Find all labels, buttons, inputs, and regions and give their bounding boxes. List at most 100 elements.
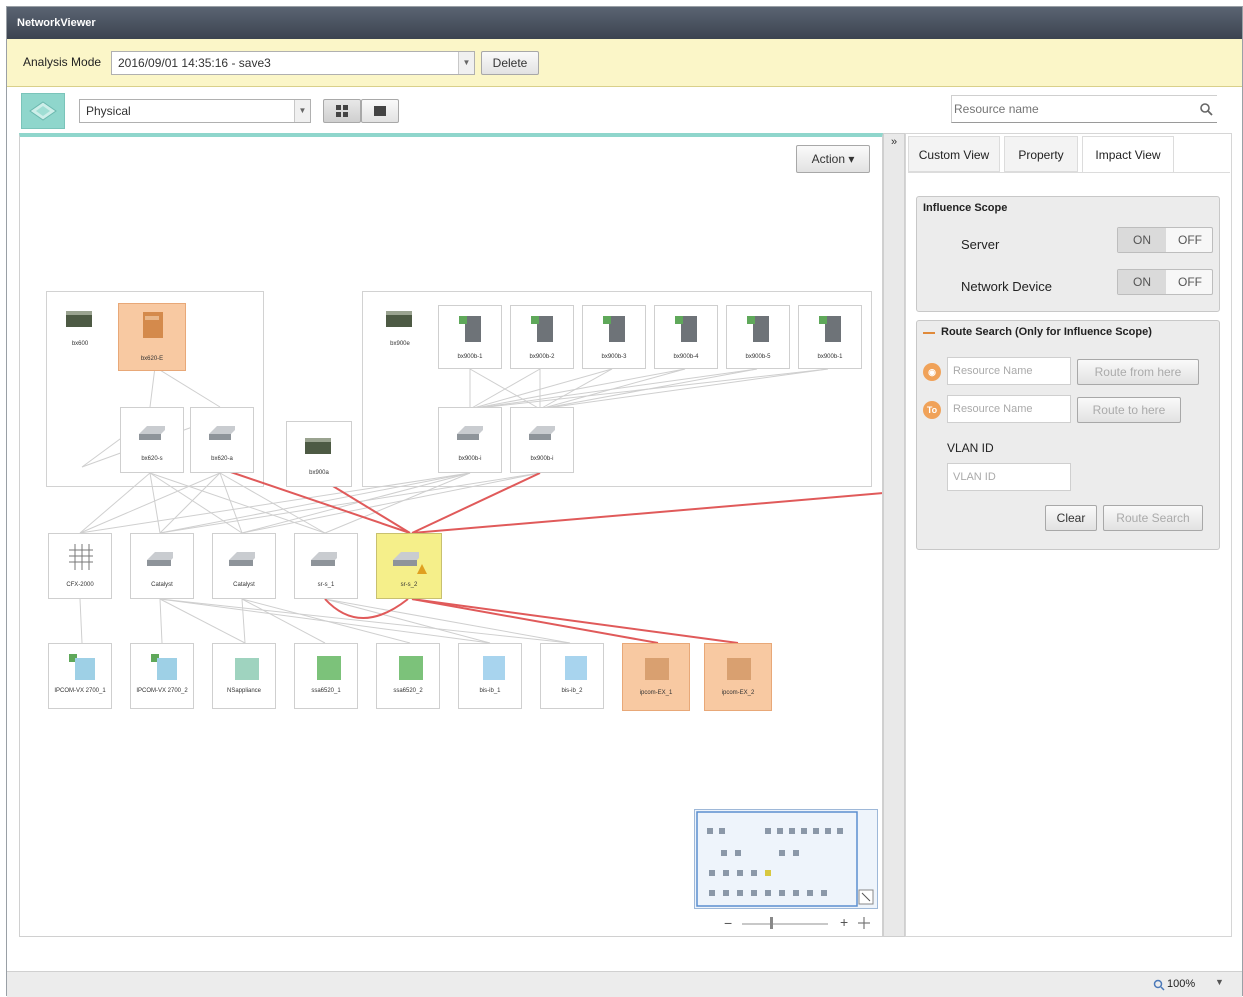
server-toggle[interactable]: ON OFF [1117,227,1213,253]
appliance-node[interactable]: bis-ib_1 [458,643,522,709]
network-logo-icon [21,93,65,129]
route-to-input[interactable]: Resource Name [947,395,1071,423]
view-type-value: Physical [86,104,131,118]
appliance-node-alert[interactable]: ipcom-EX_2 [704,643,772,711]
chassis-node[interactable]: bx900a [286,421,352,487]
switch-node[interactable]: sr-s_1 [294,533,358,599]
appliance-node[interactable]: IPCOM-VX 2700_1 [48,643,112,709]
topology-canvas[interactable]: Action ▾ bx600 bx620-E bx620-s bx620-a b… [19,133,883,937]
switch-node[interactable]: bx620-s [120,407,184,473]
firewall-icon [69,654,95,680]
node-label: bx900b-i [458,456,482,462]
node-label: sr-s_1 [317,582,335,588]
influence-scope-title: Influence Scope [923,202,1008,214]
zoom-in-button[interactable]: + [840,914,848,930]
switch-node-selected[interactable]: sr-s_2 [376,533,442,599]
node-label: bis-ib_1 [479,688,501,694]
chassis-node[interactable]: bx900e [372,301,428,355]
firewall-icon [317,656,341,680]
list-view-button[interactable] [361,99,399,123]
node-label: bx900b-i [530,456,554,462]
fit-view-icon[interactable] [858,917,870,929]
from-pin-icon: ◉ [923,363,941,381]
appliance-node[interactable]: ssa6520_2 [376,643,440,709]
switch-icon [529,426,555,440]
route-search-button[interactable]: Route Search [1103,505,1203,531]
overview-minimap[interactable] [694,809,878,909]
switch-node[interactable]: Catalyst [130,533,194,599]
appliance-node[interactable]: NSappliance [212,643,276,709]
network-on-option[interactable]: ON [1118,270,1166,294]
blade-server-icon [459,316,481,342]
node-label: bx620-s [141,456,163,462]
switch-node[interactable]: bx620-a [190,407,254,473]
blade-server-icon [747,316,769,342]
route-to-here-button[interactable]: Route to here [1077,397,1181,423]
delete-button[interactable]: Delete [481,51,539,75]
zoom-slider-track[interactable] [742,923,828,925]
blade-node[interactable]: bx900b-1 [438,305,502,369]
route-from-input[interactable]: Resource Name [947,357,1071,385]
blade-node[interactable]: bx900b-3 [582,305,646,369]
chevron-down-icon[interactable]: ▼ [294,100,310,122]
node-label: sr-s_2 [400,582,418,588]
blade-node[interactable]: bx900b-5 [726,305,790,369]
to-pin-icon: To [923,401,941,419]
node-label: ipcom-EX_1 [639,690,673,696]
zoom-level[interactable]: 100% [1167,978,1195,990]
node-label: bx900b-1 [457,354,483,360]
appliance-node-alert[interactable]: ipcom-EX_1 [622,643,690,711]
zoom-out-button[interactable]: − [724,915,732,931]
server-on-option[interactable]: ON [1118,228,1166,252]
node-label: bx900b-3 [601,354,627,360]
view-type-select[interactable]: Physical ▼ [79,99,311,123]
zoom-slider-handle[interactable] [770,917,773,929]
blade-node[interactable]: bx900b-4 [654,305,718,369]
chevron-down-icon[interactable]: ▼ [1215,977,1224,987]
switch-node[interactable]: bx900b-i [438,407,502,473]
appliance-node[interactable]: IPCOM-VX 2700_2 [130,643,194,709]
analysis-mode-bar: Analysis Mode 2016/09/01 14:35:16 - save… [7,39,1242,87]
switch-node[interactable]: bx900b-i [510,407,574,473]
network-off-option[interactable]: OFF [1166,270,1214,294]
fabric-switch-node[interactable]: CFX-2000 [48,533,112,599]
grid-view-icon [336,105,348,117]
switch-icon [311,552,337,566]
blade-server-icon [675,316,697,342]
firewall-icon [151,654,177,680]
blade-node[interactable]: bx900b-2 [510,305,574,369]
node-label: bx620-a [211,456,233,462]
collapse-panel-button[interactable]: » [883,133,905,937]
resource-search-input[interactable] [954,98,1194,120]
switch-node[interactable]: Catalyst [212,533,276,599]
vlan-id-input[interactable]: VLAN ID [947,463,1071,491]
clear-button[interactable]: Clear [1045,505,1097,531]
network-device-toggle[interactable]: ON OFF [1117,269,1213,295]
search-icon[interactable] [1199,102,1213,116]
server-off-option[interactable]: OFF [1166,228,1214,252]
node-label: IPCOM-VX 2700_1 [54,688,106,694]
server-label: Server [961,237,1000,252]
switch-icon [457,426,483,440]
grid-view-button[interactable] [323,99,361,123]
server-node-alert[interactable]: bx620-E [118,303,186,371]
node-label: ipcom-EX_2 [721,690,755,696]
node-label: NSappliance [226,688,262,694]
fabric-icon [69,544,93,570]
analysis-mode-select[interactable]: 2016/09/01 14:35:16 - save3 ▼ [111,51,475,75]
blade-node[interactable]: bx900b-1 [798,305,862,369]
side-panel: Custom View Property Impact View Influen… [905,133,1232,937]
appliance-node[interactable]: ssa6520_1 [294,643,358,709]
node-label: bx600 [71,341,89,347]
server-node[interactable]: bx600 [52,301,108,355]
appliance-node[interactable]: bis-ib_2 [540,643,604,709]
chevron-down-icon[interactable]: ▼ [458,52,474,74]
tab-impact-view[interactable]: Impact View [1082,136,1174,172]
tab-custom-view[interactable]: Custom View [908,136,1000,172]
node-label: bx900e [390,341,410,347]
tab-property[interactable]: Property [1004,136,1078,172]
route-from-here-button[interactable]: Route from here [1077,359,1199,385]
section-collapse-icon[interactable] [923,332,935,334]
vlan-id-label: VLAN ID [947,441,994,455]
node-label: Catalyst [151,582,173,588]
